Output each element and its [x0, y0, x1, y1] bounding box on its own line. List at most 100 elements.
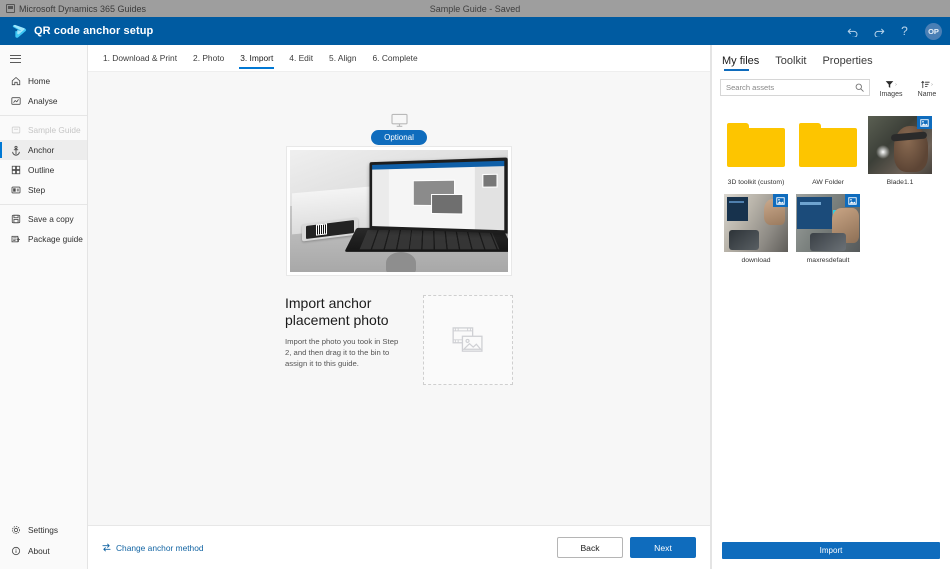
folder-thumbnail — [724, 114, 788, 176]
tab-toolkit[interactable]: Toolkit — [775, 55, 806, 72]
analyse-icon — [10, 96, 21, 107]
tab-my-files[interactable]: My files — [722, 55, 759, 72]
sidebar-divider — [0, 204, 87, 205]
assets-tabs: My files Toolkit Properties — [712, 45, 950, 72]
import-card: Optional Import anchor placement photo I… — [88, 72, 710, 385]
assets-panel: My files Toolkit Properties Search asset… — [711, 45, 950, 569]
filter-images-button[interactable]: › Images — [876, 79, 906, 98]
folder-icon — [727, 123, 785, 167]
hero-qr-code — [316, 223, 327, 237]
list-item[interactable]: Blade1.1 — [868, 114, 932, 187]
chevron-right-icon: › — [895, 81, 897, 88]
step-tab-align[interactable]: 5. Align — [328, 48, 357, 69]
sidebar-item-label: Anchor — [28, 145, 55, 155]
monitor-glyph — [390, 113, 408, 127]
sidebar-item-outline[interactable]: Outline — [0, 160, 87, 180]
photo-detail — [726, 197, 749, 221]
sidebar-item-sample-guide: Sample Guide — [0, 120, 87, 140]
undo-icon[interactable] — [845, 24, 860, 39]
search-icon[interactable] — [855, 83, 864, 92]
sidebar-item-about[interactable]: About — [0, 540, 87, 561]
back-button[interactable]: Back — [557, 537, 623, 558]
sidebar-bottom: Settings About — [0, 519, 87, 569]
redo-icon[interactable] — [871, 24, 886, 39]
image-thumbnail — [868, 114, 932, 176]
anchor-icon — [10, 145, 21, 156]
folder-body — [799, 128, 857, 167]
hamburger-icon[interactable] — [0, 49, 87, 71]
sidebar: Home Analyse Sample Guide Anchor Outline… — [0, 45, 88, 569]
sort-name-button[interactable]: › Name — [912, 79, 942, 98]
search-assets-box[interactable] — [720, 79, 870, 96]
sidebar-item-settings[interactable]: Settings — [0, 519, 87, 540]
info-icon — [10, 545, 21, 556]
sidebar-item-anchor[interactable]: Anchor — [0, 140, 87, 160]
import-info-row: Import anchor placement photo Import the… — [285, 295, 513, 385]
photo-dropzone[interactable] — [423, 295, 513, 385]
swap-glyph — [102, 543, 111, 552]
import-title: Import anchor placement photo — [285, 295, 389, 328]
step-icon — [10, 185, 21, 196]
sort-glyph — [921, 80, 930, 89]
os-title-bar: Microsoft Dynamics 365 Guides Sample Gui… — [0, 0, 950, 17]
step-tab-edit[interactable]: 4. Edit — [288, 48, 314, 69]
import-description: Import the photo you took in Step 2, and… — [285, 337, 399, 368]
sidebar-item-label: Home — [28, 76, 51, 86]
list-item[interactable]: maxresdefault — [796, 192, 860, 265]
change-anchor-method-link[interactable]: Change anchor method — [102, 543, 204, 553]
main-footer: Change anchor method Back Next — [88, 525, 710, 569]
folder-icon — [799, 123, 857, 167]
sidebar-item-analyse[interactable]: Analyse — [0, 91, 87, 111]
sidebar-item-label: Outline — [28, 165, 55, 175]
photo-preview — [724, 194, 788, 252]
hero-screen-leftcol — [372, 168, 390, 227]
os-title-left: Microsoft Dynamics 365 Guides — [0, 4, 146, 14]
assets-toolbar: › Images › Name — [712, 72, 950, 102]
help-icon[interactable]: ? — [897, 24, 912, 39]
photo-preview — [868, 116, 932, 174]
image-badge-glyph — [776, 196, 785, 205]
sort-name-label: Name — [917, 91, 937, 98]
avatar[interactable]: OP — [925, 22, 942, 40]
step-tab-complete[interactable]: 6. Complete — [372, 48, 419, 69]
folder-body — [727, 128, 785, 167]
main-canvas: Optional Import anchor placement photo I… — [88, 72, 710, 525]
os-app-name: Microsoft Dynamics 365 Guides — [19, 3, 147, 14]
sidebar-item-label: Sample Guide — [28, 125, 81, 135]
sidebar-item-step[interactable]: Step — [0, 180, 87, 200]
change-anchor-method-label: Change anchor method — [116, 542, 204, 553]
filter-glyph — [885, 81, 894, 88]
guide-icon — [10, 125, 21, 136]
file-label: 3D toolkit (custom) — [727, 179, 785, 186]
sidebar-top: Home Analyse Sample Guide Anchor Outline… — [0, 45, 87, 249]
step-tab-download-print[interactable]: 1. Download & Print — [102, 48, 178, 69]
assets-grid: 3D toolkit (custom) AW Folder Blade1.1 d… — [712, 102, 950, 534]
image-badge-icon — [917, 116, 932, 129]
tab-properties[interactable]: Properties — [822, 55, 872, 72]
list-item[interactable]: AW Folder — [796, 114, 860, 187]
logo-glyph — [12, 24, 26, 38]
sidebar-item-label: Save a copy — [28, 214, 74, 224]
home-icon — [10, 76, 21, 87]
sidebar-item-save-a-copy[interactable]: Save a copy — [0, 209, 87, 229]
step-tab-photo[interactable]: 2. Photo — [192, 48, 225, 69]
filter-icon: › — [885, 80, 897, 89]
optional-badge: Optional — [371, 130, 427, 145]
image-badge-glyph — [920, 118, 929, 127]
sidebar-item-label: Settings — [28, 524, 58, 535]
app-root: Microsoft Dynamics 365 Guides Sample Gui… — [0, 0, 950, 569]
list-item[interactable]: 3D toolkit (custom) — [724, 114, 788, 187]
import-button[interactable]: Import — [722, 542, 940, 559]
search-input[interactable] — [726, 83, 855, 92]
hamburger-glyph — [10, 54, 21, 66]
sort-icon: › — [921, 80, 933, 89]
monitor-icon — [390, 113, 408, 128]
step-tab-import[interactable]: 3. Import — [239, 48, 275, 69]
gear-icon — [10, 524, 21, 535]
sidebar-item-package-guide[interactable]: Package guide — [0, 229, 87, 249]
sidebar-item-home[interactable]: Home — [0, 71, 87, 91]
list-item[interactable]: download — [724, 192, 788, 265]
image-thumbnail — [724, 192, 788, 254]
next-button[interactable]: Next — [630, 537, 696, 558]
